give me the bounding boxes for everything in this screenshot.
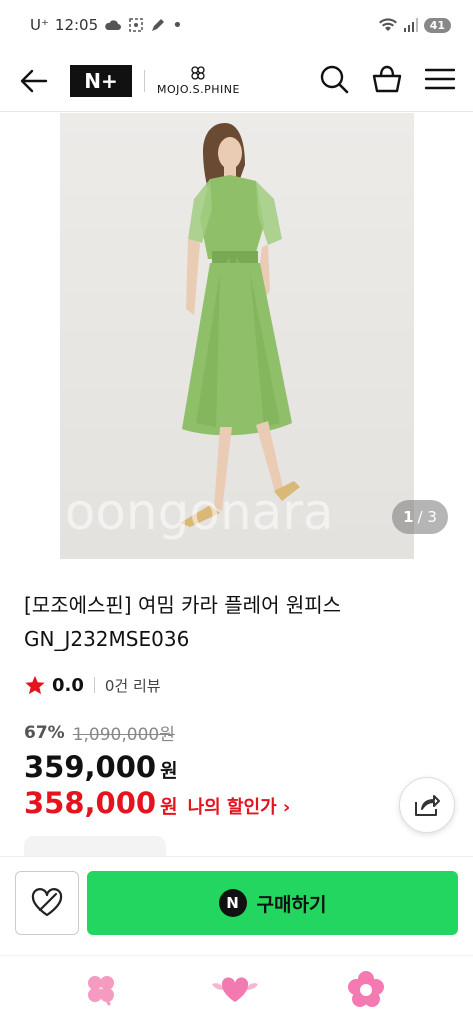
clover-icon (88, 976, 114, 1006)
status-bar: U⁺ 12:05 • 41 (0, 0, 473, 50)
arrow-left-icon (20, 69, 48, 92)
top-nav: N+ MOJO.S.PHINE (0, 50, 473, 112)
product-title: [모조에스핀] 여밈 카라 플레어 원피스 GN_J232MSE036 (24, 593, 342, 651)
hamburger-menu-icon (424, 68, 456, 89)
flower-icon (348, 971, 384, 1007)
my-discount-price: 358,000 (24, 786, 157, 820)
screenshot-icon (129, 18, 143, 32)
clover-button[interactable] (82, 970, 120, 1012)
battery-indicator: 41 (423, 17, 451, 33)
shopping-basket-icon (372, 65, 402, 92)
wifi-icon (378, 18, 397, 31)
share-icon (415, 795, 440, 816)
buy-button-label: 구매하기 (256, 893, 327, 916)
sale-price-unit: 원 (160, 760, 178, 782)
nplus-logo[interactable]: N+ (70, 64, 132, 97)
carrier-label: U⁺ (30, 16, 49, 34)
buy-button[interactable]: N 구매하기 (87, 871, 458, 935)
discount-rate: 67% (24, 722, 65, 743)
rating-value: 0.0 (52, 674, 84, 696)
status-right: 41 (378, 17, 451, 33)
my-discount-price-unit: 원 (160, 796, 178, 818)
my-discount-price-link[interactable]: 나의 할인가 › (188, 793, 291, 819)
star-icon (25, 675, 45, 695)
heart-slash-icon (31, 888, 63, 917)
sale-price: 359,000 (24, 750, 157, 784)
image-counter: 1 / 3 (392, 500, 448, 534)
brand-logo[interactable]: MOJO.S.PHINE (157, 65, 240, 96)
nplus-label: N+ (84, 68, 118, 93)
search-button[interactable] (319, 64, 349, 98)
brand-mark-icon (191, 66, 206, 80)
bottom-icon-bar (0, 955, 473, 1024)
brand-divider (144, 69, 145, 92)
search-icon (320, 65, 349, 93)
price-row: 359,000 원 (24, 750, 178, 784)
image-counter-current: 1 (403, 508, 414, 526)
product-image[interactable]: Joongonara (60, 113, 414, 559)
nav-right (319, 64, 456, 98)
discount-row: 67% 1,090,000원 (24, 720, 175, 746)
dot-icon: • (172, 14, 183, 36)
flower-button[interactable] (347, 970, 385, 1012)
bottom-action-bar: N 구매하기 (0, 856, 473, 952)
heart-button[interactable] (210, 970, 260, 1012)
status-left: U⁺ 12:05 • (30, 15, 183, 36)
cloud-icon (105, 20, 122, 30)
menu-button[interactable] (424, 67, 456, 95)
back-button[interactable] (18, 65, 50, 97)
image-counter-total: / 3 (417, 508, 437, 526)
rating-row[interactable]: 0.0 0건 리뷰 (24, 674, 161, 696)
wishlist-button[interactable] (15, 871, 79, 935)
rating-divider (93, 677, 95, 693)
signal-icon (403, 18, 418, 32)
my-price-row[interactable]: 358,000 원 나의 할인가 › (24, 786, 290, 820)
time-label: 12:05 (54, 16, 99, 34)
share-button[interactable] (399, 777, 455, 833)
winged-heart-icon (212, 977, 258, 1002)
brand-name: MOJO.S.PHINE (157, 83, 240, 96)
edit-icon (152, 19, 165, 31)
cart-button[interactable] (371, 64, 403, 98)
npay-badge: N (218, 889, 247, 917)
original-price: 1,090,000원 (72, 725, 175, 745)
watermark: Joongonara (60, 483, 334, 541)
review-count-link[interactable]: 0건 리뷰 (105, 675, 161, 696)
